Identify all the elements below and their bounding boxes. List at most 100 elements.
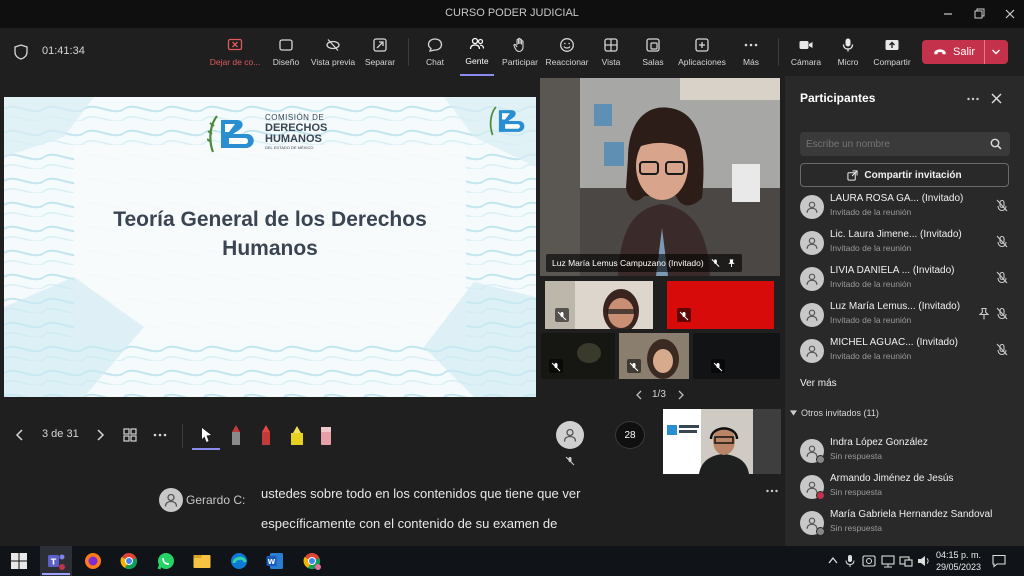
- muted-mic-icon: [713, 362, 723, 372]
- self-video-tile[interactable]: [663, 409, 781, 474]
- avatar: [800, 339, 824, 363]
- preview-button[interactable]: Vista previa: [308, 28, 358, 76]
- pen-tool-icon[interactable]: [229, 424, 243, 446]
- rooms-button[interactable]: Salas: [638, 28, 668, 76]
- slide-page-indicator: 3 de 31: [42, 428, 79, 440]
- windows-start-icon[interactable]: [8, 550, 30, 572]
- main-video-tile[interactable]: Luz María Lemus Campuzano (Invitado): [540, 78, 780, 276]
- tray-volume-icon[interactable]: [917, 554, 931, 568]
- participant-role: Invitado de la reunión: [830, 279, 912, 289]
- leave-button[interactable]: Salir: [922, 40, 1008, 64]
- pin-icon[interactable]: [978, 307, 990, 321]
- tray-network-icon[interactable]: [881, 554, 895, 568]
- share-invitation-button[interactable]: Compartir invitación: [800, 163, 1009, 187]
- toolbar-divider: [408, 38, 409, 66]
- participant-avatar[interactable]: [556, 421, 584, 449]
- participate-button[interactable]: Participar: [500, 28, 540, 76]
- participant-item[interactable]: LIVIA DANIELA ... (Invitado) Invitado de…: [800, 263, 1020, 295]
- share-button[interactable]: Compartir: [870, 28, 914, 76]
- minimize-icon[interactable]: [940, 6, 956, 22]
- view-button[interactable]: Vista: [596, 28, 626, 76]
- main-video-name-label: Luz María Lemus Campuzano (Invitado): [546, 254, 742, 272]
- avatar: [800, 195, 824, 219]
- muted-mic-icon: [996, 343, 1008, 356]
- mic-button[interactable]: Micro: [834, 28, 862, 76]
- separate-button[interactable]: Separar: [362, 28, 398, 76]
- person-icon: [806, 273, 818, 285]
- close-panel-icon[interactable]: [990, 92, 1003, 105]
- participant-item[interactable]: María Gabriela Hernandez Sandoval Sin re…: [800, 507, 1020, 539]
- firefox-icon[interactable]: [82, 550, 104, 572]
- rooms-icon: [646, 38, 660, 52]
- video-tile-2[interactable]: [667, 281, 774, 329]
- chrome-icon[interactable]: [118, 550, 140, 572]
- slide-title-line-2: Humanos: [222, 237, 318, 260]
- previous-slide-icon[interactable]: [14, 428, 26, 442]
- chrome-profile-icon[interactable]: [301, 550, 323, 572]
- leave-label: Salir: [953, 46, 976, 58]
- participant-item[interactable]: Luz María Lemus... (Invitado) Invitado d…: [800, 299, 1020, 331]
- tray-camera-icon[interactable]: [862, 554, 876, 568]
- people-button[interactable]: Gente: [460, 28, 494, 76]
- edge-icon[interactable]: [228, 550, 250, 572]
- more-button[interactable]: Más: [738, 28, 764, 76]
- chevron-down-icon[interactable]: [991, 47, 1001, 57]
- participant-search[interactable]: [800, 132, 1010, 156]
- eraser-icon[interactable]: [319, 424, 333, 446]
- slide-grid-icon[interactable]: [122, 427, 138, 443]
- video-tile-1[interactable]: [545, 281, 653, 329]
- participant-item[interactable]: Lic. Laura Jimene... (Invitado) Invitado…: [800, 227, 1020, 259]
- muted-mic-icon: [711, 259, 720, 267]
- tray-chevron-up-icon[interactable]: [828, 556, 838, 564]
- tray-mic-icon[interactable]: [845, 554, 855, 568]
- notifications-icon[interactable]: [992, 554, 1006, 568]
- caption-more-icon[interactable]: [765, 486, 779, 496]
- pin-icon[interactable]: [727, 258, 736, 268]
- stop-sharing-button[interactable]: Dejar de co...: [207, 28, 263, 76]
- more-participants-badge[interactable]: 28: [615, 421, 645, 449]
- see-more-link[interactable]: Ver más: [800, 378, 837, 389]
- tray-display-icon[interactable]: [899, 554, 913, 568]
- file-explorer-icon[interactable]: [191, 550, 213, 572]
- video-tile-3[interactable]: [541, 333, 615, 379]
- participant-item[interactable]: Indra López González Sin respuesta: [800, 435, 1020, 467]
- participant-name: Armando Jiménez de Jesús: [830, 473, 954, 484]
- toolbar-divider: [778, 38, 779, 66]
- system-clock[interactable]: 04:15 p. m. 29/05/2023: [936, 549, 981, 573]
- next-slide-icon[interactable]: [94, 428, 106, 442]
- caption-line-2: específicamente con el contenido de su e…: [261, 516, 558, 531]
- mic-label: Micro: [837, 57, 859, 67]
- close-window-icon[interactable]: [1002, 6, 1018, 22]
- participant-item[interactable]: MICHEL AGUAC... (Invitado) Invitado de l…: [800, 335, 1020, 367]
- teams-icon[interactable]: T: [45, 550, 67, 572]
- participant-item[interactable]: Armando Jiménez de Jesús Sin respuesta: [800, 471, 1020, 503]
- video-page-indicator: 1/3: [652, 389, 666, 400]
- svg-text:W: W: [268, 558, 276, 566]
- layout-button[interactable]: Diseño: [268, 28, 304, 76]
- highlighter-icon[interactable]: [289, 424, 305, 446]
- apps-button[interactable]: Aplicaciones: [676, 28, 728, 76]
- chat-button[interactable]: Chat: [418, 28, 452, 76]
- previous-video-page-icon[interactable]: [634, 389, 644, 401]
- word-icon[interactable]: W: [264, 550, 286, 572]
- others-header-label: Otros invitados (11): [801, 408, 879, 418]
- camera-button[interactable]: Cámara: [790, 28, 822, 76]
- slide-title: Teoría General de los Derechos Humanos: [64, 205, 476, 263]
- slide-more-icon[interactable]: [152, 428, 168, 442]
- windows-taskbar: T W 04:15 p. m. 29/05/2023: [0, 546, 1024, 576]
- red-marker-icon[interactable]: [259, 424, 273, 446]
- participant-name: LIVIA DANIELA ... (Invitado): [830, 265, 955, 276]
- others-section-header[interactable]: Otros invitados (11): [790, 408, 879, 418]
- next-video-page-icon[interactable]: [676, 389, 686, 401]
- panel-more-icon[interactable]: [966, 94, 980, 104]
- react-button[interactable]: Reaccionar: [544, 28, 590, 76]
- restore-icon[interactable]: [971, 6, 987, 22]
- video-tile-4[interactable]: [619, 333, 689, 379]
- participant-status: Sin respuesta: [830, 451, 882, 461]
- participant-name: Lic. Laura Jimene... (Invitado): [830, 229, 962, 240]
- whatsapp-icon[interactable]: [155, 550, 177, 572]
- participant-item[interactable]: LAURA ROSA GA... (Invitado) Invitado de …: [800, 191, 1020, 223]
- participant-search-input[interactable]: [806, 136, 982, 152]
- video-tile-5[interactable]: [693, 333, 780, 379]
- pointer-tool[interactable]: [192, 422, 220, 450]
